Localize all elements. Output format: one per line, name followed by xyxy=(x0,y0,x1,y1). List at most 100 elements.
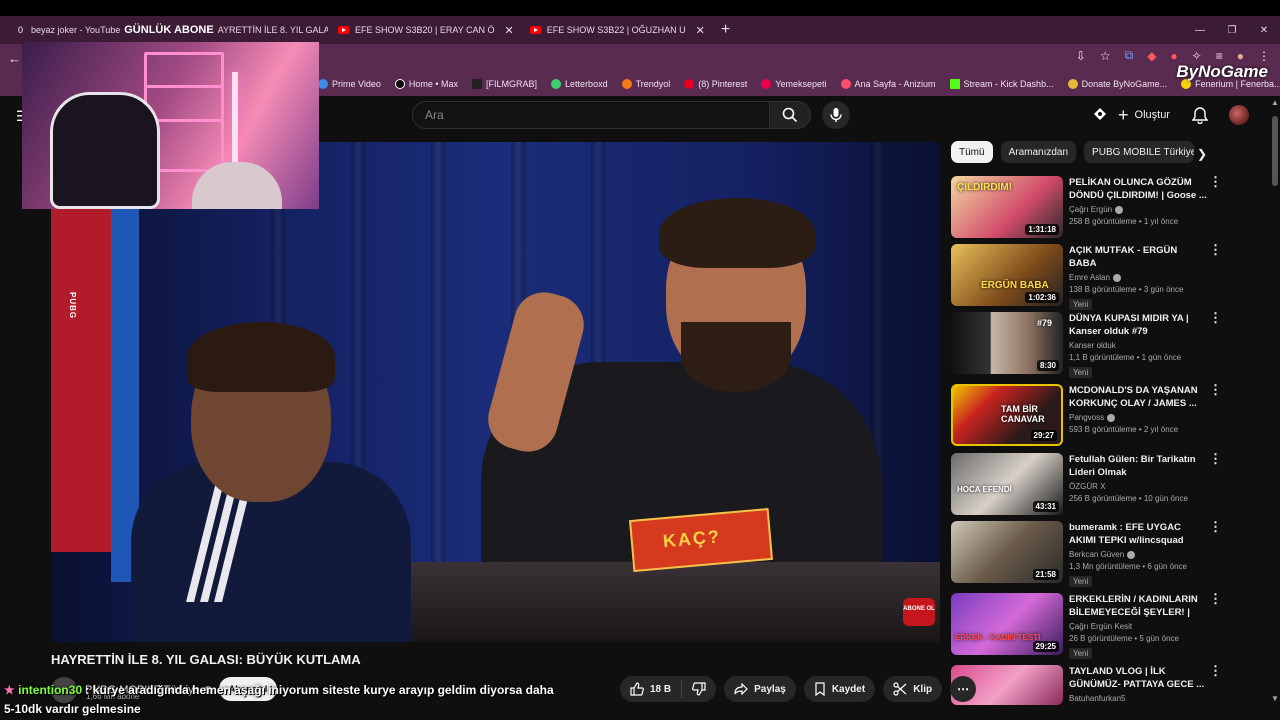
video-thumbnail[interactable]: TAM BİR CANAVAR 29:27 xyxy=(951,384,1063,446)
recommendation-item[interactable]: HOCA EFENDİ 43:31 Fetullah Gülen: Bir Ta… xyxy=(951,453,1241,517)
video-title[interactable]: PELİKAN OLUNCA GÖZÜM DÖNDÜ ÇILDIRDIM! | … xyxy=(1069,176,1207,202)
channel-name[interactable]: Çağrı Ergün xyxy=(1069,205,1112,214)
bookmark-bynogame[interactable]: Donate ByNoGame... xyxy=(1067,79,1167,89)
video-title[interactable]: DÜNYA KUPASI MIDIR YA | Kanser olduk #79 xyxy=(1069,312,1207,338)
channel-name[interactable]: Kanser olduk xyxy=(1069,341,1116,350)
close-window-icon[interactable]: ✕ xyxy=(1248,25,1280,36)
bookmark-label: [FILMGRAB] xyxy=(486,79,538,89)
like-count: 18 B xyxy=(650,683,672,695)
video-title[interactable]: TAYLAND VLOG | İLK GÜNÜMÜZ- PATTAYA GECE… xyxy=(1069,665,1207,691)
browser-tab-1[interactable]: EFE SHOW S3B20 | ERAY CAN Ö ✕ xyxy=(330,18,522,42)
browser-tab-2[interactable]: EFE SHOW S3B22 | OĞUZHAN U ✕ xyxy=(522,18,713,42)
channel-name[interactable]: Pangvoss xyxy=(1069,413,1104,422)
more-options-icon[interactable]: ⋮ xyxy=(1209,311,1222,324)
channel-name[interactable]: Batuhanfurkan5 xyxy=(1069,694,1126,703)
more-options-icon[interactable]: ⋮ xyxy=(1209,664,1222,677)
extension-icon[interactable]: ● xyxy=(1170,49,1177,63)
window-controls: — ❐ ✕ xyxy=(1184,16,1280,44)
page-scrollbar[interactable] xyxy=(1270,96,1280,710)
search-button[interactable] xyxy=(769,101,811,129)
video-title[interactable]: Fetullah Gülen: Bir Tarikatın Lideri Olm… xyxy=(1069,453,1207,479)
browser-menu-icon[interactable]: ⋮ xyxy=(1258,49,1270,63)
video-thumbnail[interactable]: ERKEK - KADIN TESTİ 29:25 xyxy=(951,593,1063,655)
more-options-icon[interactable]: ⋮ xyxy=(1209,592,1222,605)
bookmark-filmgrab[interactable]: [FILMGRAB] xyxy=(472,79,537,89)
bookmark-yemeksepeti[interactable]: Yemeksepeti xyxy=(761,79,827,89)
video-title[interactable]: ERKEKLERİN / KADINLARIN BİLEMEYECEĞİ ŞEY… xyxy=(1069,593,1207,619)
channel-name[interactable]: Çağrı Ergün Kesit xyxy=(1069,622,1132,631)
like-button[interactable]: 18 B xyxy=(620,680,683,698)
scroll-up-arrow-icon[interactable]: ▲ xyxy=(1271,98,1279,107)
close-tab-icon[interactable]: ✕ xyxy=(696,24,705,37)
profile-icon[interactable]: ● xyxy=(1237,49,1244,63)
clip-button[interactable]: Klip xyxy=(883,676,943,702)
video-thumbnail[interactable]: ÇILDIRDIM! 1:31:18 xyxy=(951,176,1063,238)
account-avatar[interactable] xyxy=(1229,105,1249,125)
chip-channel[interactable]: PUBG MOBILE Türkiye ar xyxy=(1084,141,1195,163)
puzzle-icon[interactable]: ✧ xyxy=(1192,49,1202,63)
new-badge: Yeni xyxy=(1069,299,1093,310)
recommendation-item[interactable]: ERKEK - KADIN TESTİ 29:25 ERKEKLERİN / K… xyxy=(951,593,1241,659)
more-options-icon[interactable]: ⋮ xyxy=(1209,383,1222,396)
bookmark-max[interactable]: Home • Max xyxy=(394,79,458,89)
scroll-down-arrow-icon[interactable]: ▼ xyxy=(1271,694,1279,703)
restore-icon[interactable]: ❐ xyxy=(1216,25,1248,36)
bookmark-star-icon[interactable]: ☆ xyxy=(1100,49,1111,63)
bookmark-pinterest[interactable]: (8) Pinterest xyxy=(684,79,747,89)
more-options-icon[interactable]: ⋮ xyxy=(1209,175,1222,188)
notifications-bell-icon[interactable] xyxy=(1191,106,1209,129)
close-tab-icon[interactable]: ✕ xyxy=(505,24,514,37)
verified-icon xyxy=(1127,550,1136,559)
extension-icon[interactable]: ◆ xyxy=(1147,49,1156,63)
video-thumbnail[interactable]: #79 8:30 xyxy=(951,312,1063,374)
video-player[interactable]: PUBG KAÇ? ABONE OL xyxy=(51,142,940,642)
bynogame-watermark: ByNoGame xyxy=(1176,62,1268,81)
back-arrow-icon[interactable]: ← xyxy=(8,51,21,66)
install-app-icon[interactable]: ⇩ xyxy=(1076,49,1086,63)
video-thumbnail[interactable]: HOCA EFENDİ 43:31 xyxy=(951,453,1063,515)
bookmark-label: Prime Video xyxy=(332,79,381,89)
recommendation-item[interactable]: TAYLAND VLOG | İLK GÜNÜMÜZ- PATTAYA GECE… xyxy=(951,665,1241,705)
host-beard xyxy=(681,322,791,392)
video-thumbnail[interactable]: ERGÜN BABA 1:02:36 xyxy=(951,244,1063,306)
channel-name[interactable]: Berkcan Güven xyxy=(1069,550,1124,559)
channel-name[interactable]: Emre Aslan xyxy=(1069,273,1110,282)
recommendation-item[interactable]: #79 8:30 DÜNYA KUPASI MIDIR YA | Kanser … xyxy=(951,312,1241,378)
more-options-icon[interactable]: ⋮ xyxy=(1209,520,1222,533)
more-options-icon[interactable]: ⋮ xyxy=(1209,452,1222,465)
video-thumbnail[interactable]: 21:58 xyxy=(951,521,1063,583)
channel-name[interactable]: ÖZGÜR X xyxy=(1069,482,1105,491)
bookmark-letterboxd[interactable]: Letterboxd xyxy=(551,79,608,89)
more-actions-button[interactable]: ⋯ xyxy=(950,676,977,702)
recommendation-item[interactable]: ERGÜN BABA 1:02:36 AÇIK MUTFAK - ERGÜN B… xyxy=(951,244,1241,310)
search-input[interactable]: Ara xyxy=(412,101,770,129)
scrollbar-thumb[interactable] xyxy=(1272,116,1278,186)
video-duration: 29:25 xyxy=(1032,641,1059,652)
bookmark-trendyol[interactable]: Trendyol xyxy=(621,79,671,89)
translate-icon[interactable]: ⧉ xyxy=(1125,48,1134,63)
video-title[interactable]: AÇIK MUTFAK - ERGÜN BABA xyxy=(1069,244,1207,270)
bookmark-anizium[interactable]: Ana Sayfa - Anizium xyxy=(840,79,936,89)
dislike-button[interactable] xyxy=(682,682,716,696)
subscribe-watermark-badge[interactable]: ABONE OL xyxy=(903,598,935,626)
create-button[interactable]: + Oluştur xyxy=(1118,104,1170,126)
video-title[interactable]: bumeramk : EFE UYGAC AKIMI TEPKI w/lincs… xyxy=(1069,521,1207,547)
bookmark-kick[interactable]: Stream - Kick Dashb... xyxy=(949,79,1054,89)
share-button[interactable]: Paylaş xyxy=(724,676,796,702)
recommendation-item[interactable]: ÇILDIRDIM! 1:31:18 PELİKAN OLUNCA GÖZÜM … xyxy=(951,176,1241,240)
more-options-icon[interactable]: ⋮ xyxy=(1209,243,1222,256)
media-icon[interactable]: ≡ xyxy=(1216,49,1223,63)
video-title[interactable]: MCDONALD'S DA YAŞANAN KORKUNÇ OLAY / JAM… xyxy=(1069,384,1207,410)
recommendation-item[interactable]: 21:58 bumeramk : EFE UYGAC AKIMI TEPKI w… xyxy=(951,521,1241,587)
save-button[interactable]: Kaydet xyxy=(803,676,876,702)
chip-all[interactable]: Tümü xyxy=(951,141,993,163)
extension-shortcut-icon[interactable] xyxy=(1092,106,1108,127)
recommendation-item[interactable]: TAM BİR CANAVAR 29:27 MCDONALD'S DA YAŞA… xyxy=(951,384,1241,448)
new-tab-button[interactable]: + xyxy=(721,21,730,39)
bookmark-prime-video[interactable]: Prime Video xyxy=(318,79,381,89)
voice-search-button[interactable] xyxy=(822,101,850,129)
bookmark-label: Trendyol xyxy=(635,79,671,89)
chip-from-search[interactable]: Aramanızdan xyxy=(1000,141,1077,163)
chevron-right-icon[interactable]: ❯ xyxy=(1197,147,1207,161)
minimize-icon[interactable]: — xyxy=(1184,25,1216,36)
